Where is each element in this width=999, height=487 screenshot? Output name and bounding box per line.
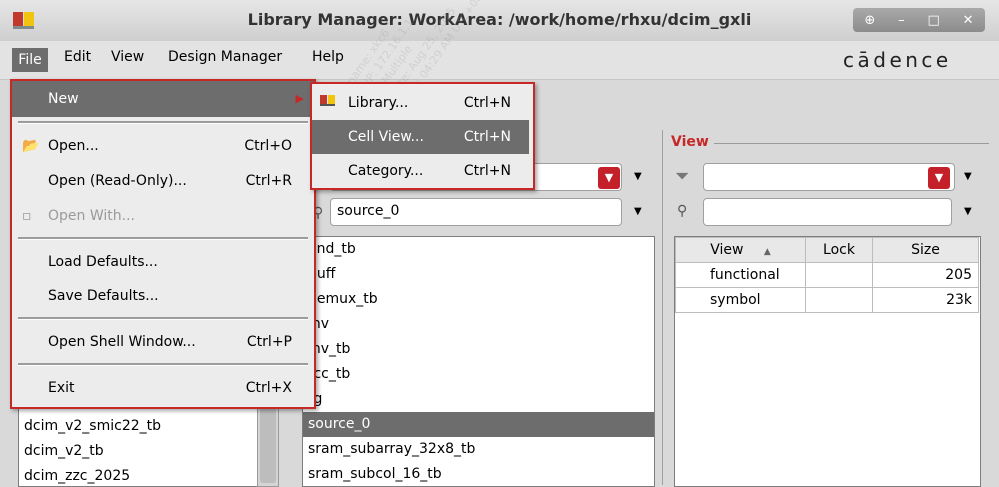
menu-item-label: Library... bbox=[348, 95, 409, 111]
list-item[interactable]: and_tb bbox=[303, 237, 654, 262]
cell-size: 205 bbox=[872, 262, 979, 288]
menu-item-label: Save Defaults... bbox=[48, 288, 159, 304]
menu-item-label: Cell View... bbox=[348, 129, 424, 145]
view-combo-arrow-icon[interactable]: ▼ bbox=[928, 167, 950, 189]
open-with-icon: ▫ bbox=[22, 208, 32, 224]
menu-item-new[interactable]: New ▶ bbox=[12, 81, 314, 117]
list-item[interactable]: inv_tb bbox=[303, 337, 654, 362]
funnel-icon[interactable]: ⏷ bbox=[675, 166, 689, 187]
menu-item-open-with: ▫ Open With... bbox=[12, 199, 314, 233]
view-table-wrapper: View ▲ Lock Size functional 205 symbol 2… bbox=[674, 236, 981, 487]
cell-lock bbox=[805, 262, 873, 288]
splitter[interactable] bbox=[662, 130, 663, 485]
view-combo[interactable] bbox=[703, 163, 955, 191]
divider bbox=[714, 143, 989, 144]
menu-item-accel: Ctrl+R bbox=[245, 173, 292, 189]
list-item-selected[interactable]: source_0 bbox=[303, 412, 654, 437]
menu-item-accel: Ctrl+N bbox=[463, 129, 511, 145]
list-item[interactable]: sram_subarray_32x8_tb bbox=[303, 437, 654, 462]
menu-item-accel: Ctrl+N bbox=[463, 163, 511, 179]
menu-item-accel: Ctrl+N bbox=[463, 95, 511, 111]
restore-icon[interactable]: □ bbox=[928, 13, 940, 28]
list-item[interactable]: dcim_v2_smic22_tb bbox=[19, 414, 257, 439]
maximize-up-icon[interactable]: ⊕ bbox=[864, 13, 875, 28]
menu-item-label: Category... bbox=[348, 163, 424, 179]
cell-filter-value: source_0 bbox=[337, 203, 400, 219]
cell-list[interactable]: and_tb buff demux_tb inv inv_tb rcc_tb r… bbox=[302, 236, 655, 487]
menu-item-load-defaults[interactable]: Load Defaults... bbox=[12, 245, 314, 279]
menu-item-open-read-only[interactable]: Open (Read-Only)... Ctrl+R bbox=[12, 164, 314, 198]
cell-filter-arrow-icon[interactable]: ▼ bbox=[634, 206, 642, 217]
list-item[interactable]: inv bbox=[303, 312, 654, 337]
filter-icon: ⚲ bbox=[677, 203, 688, 219]
column-header-view[interactable]: View ▲ bbox=[675, 237, 806, 263]
menu-item-open[interactable]: 📂 Open... Ctrl+O bbox=[12, 129, 314, 163]
menu-item-label: Open (Read-Only)... bbox=[48, 173, 187, 189]
menu-item-accel: Ctrl+X bbox=[245, 380, 292, 396]
menu-item-exit[interactable]: Exit Ctrl+X bbox=[12, 371, 314, 405]
menu-item-label: Open With... bbox=[48, 208, 135, 224]
separator bbox=[18, 363, 308, 366]
submenu-arrow-icon: ▶ bbox=[295, 92, 304, 105]
list-item[interactable]: rg bbox=[303, 387, 654, 412]
cell-combo-arrow-icon[interactable]: ▼ bbox=[598, 167, 620, 189]
view-filter-arrow-icon[interactable]: ▼ bbox=[964, 206, 972, 217]
menu-item-label: Open... bbox=[48, 138, 99, 154]
cadence-logo: cādence bbox=[843, 48, 952, 72]
menu-item-open-shell-window[interactable]: Open Shell Window... Ctrl+P bbox=[12, 325, 314, 359]
list-item[interactable]: demux_tb bbox=[303, 287, 654, 312]
cell-view: functional bbox=[675, 262, 806, 288]
menu-edit[interactable]: Edit bbox=[64, 49, 91, 65]
menu-view[interactable]: View bbox=[111, 49, 144, 65]
list-item[interactable]: sram_subcol_16_tb bbox=[303, 462, 654, 486]
view-menu-arrow-icon[interactable]: ▼ bbox=[964, 171, 972, 182]
menu-item-new-category[interactable]: Category... Ctrl+N bbox=[312, 154, 533, 188]
column-header-size[interactable]: Size bbox=[872, 237, 979, 263]
menu-item-accel: Ctrl+P bbox=[246, 334, 292, 350]
menu-file[interactable]: File bbox=[12, 48, 48, 72]
menu-item-accel: Ctrl+O bbox=[244, 138, 292, 154]
sort-ascending-icon: ▲ bbox=[763, 247, 771, 257]
list-item[interactable]: rcc_tb bbox=[303, 362, 654, 387]
menu-item-new-library[interactable]: Library... Ctrl+N bbox=[312, 86, 533, 120]
cell-menu-arrow-icon[interactable]: ▼ bbox=[634, 171, 642, 182]
list-item[interactable]: dcim_v2_tb bbox=[19, 439, 257, 464]
separator bbox=[18, 317, 308, 320]
separator bbox=[18, 121, 308, 124]
table-row[interactable]: functional 205 bbox=[675, 262, 979, 288]
view-table: View ▲ Lock Size functional 205 symbol 2… bbox=[675, 237, 979, 313]
new-submenu: Library... Ctrl+N Cell View... Ctrl+N Ca… bbox=[310, 82, 535, 190]
list-item[interactable]: dcim_zzc_2025 bbox=[19, 464, 257, 486]
separator bbox=[18, 237, 308, 240]
file-menu: New ▶ 📂 Open... Ctrl+O Open (Read-Only).… bbox=[10, 79, 316, 409]
view-filter-input[interactable] bbox=[703, 198, 952, 226]
library-icon bbox=[320, 86, 336, 120]
window-controls: ⊕ – □ ✕ bbox=[853, 8, 985, 32]
menu-item-label: Load Defaults... bbox=[48, 254, 158, 270]
menu-item-save-defaults[interactable]: Save Defaults... bbox=[12, 279, 314, 313]
folder-icon: 📂 bbox=[22, 138, 40, 154]
table-row[interactable]: symbol 23k bbox=[675, 287, 979, 313]
window-title: Library Manager: WorkArea: /work/home/rh… bbox=[247, 10, 752, 29]
view-group-title: View bbox=[671, 134, 709, 150]
cell-size: 23k bbox=[872, 287, 979, 313]
close-icon[interactable]: ✕ bbox=[963, 13, 974, 28]
menu-item-label: Open Shell Window... bbox=[48, 334, 196, 350]
menu-design-manager[interactable]: Design Manager bbox=[168, 49, 282, 65]
minimize-icon[interactable]: – bbox=[898, 13, 905, 28]
column-header-lock[interactable]: Lock bbox=[805, 237, 873, 263]
menu-item-new-cell-view[interactable]: Cell View... Ctrl+N bbox=[312, 120, 529, 154]
menu-item-label: New bbox=[48, 91, 79, 107]
list-item[interactable]: buff bbox=[303, 262, 654, 287]
menu-help[interactable]: Help bbox=[312, 49, 344, 65]
menu-item-label: Exit bbox=[48, 380, 75, 396]
cell-view: symbol bbox=[675, 287, 806, 313]
cell-lock bbox=[805, 287, 873, 313]
